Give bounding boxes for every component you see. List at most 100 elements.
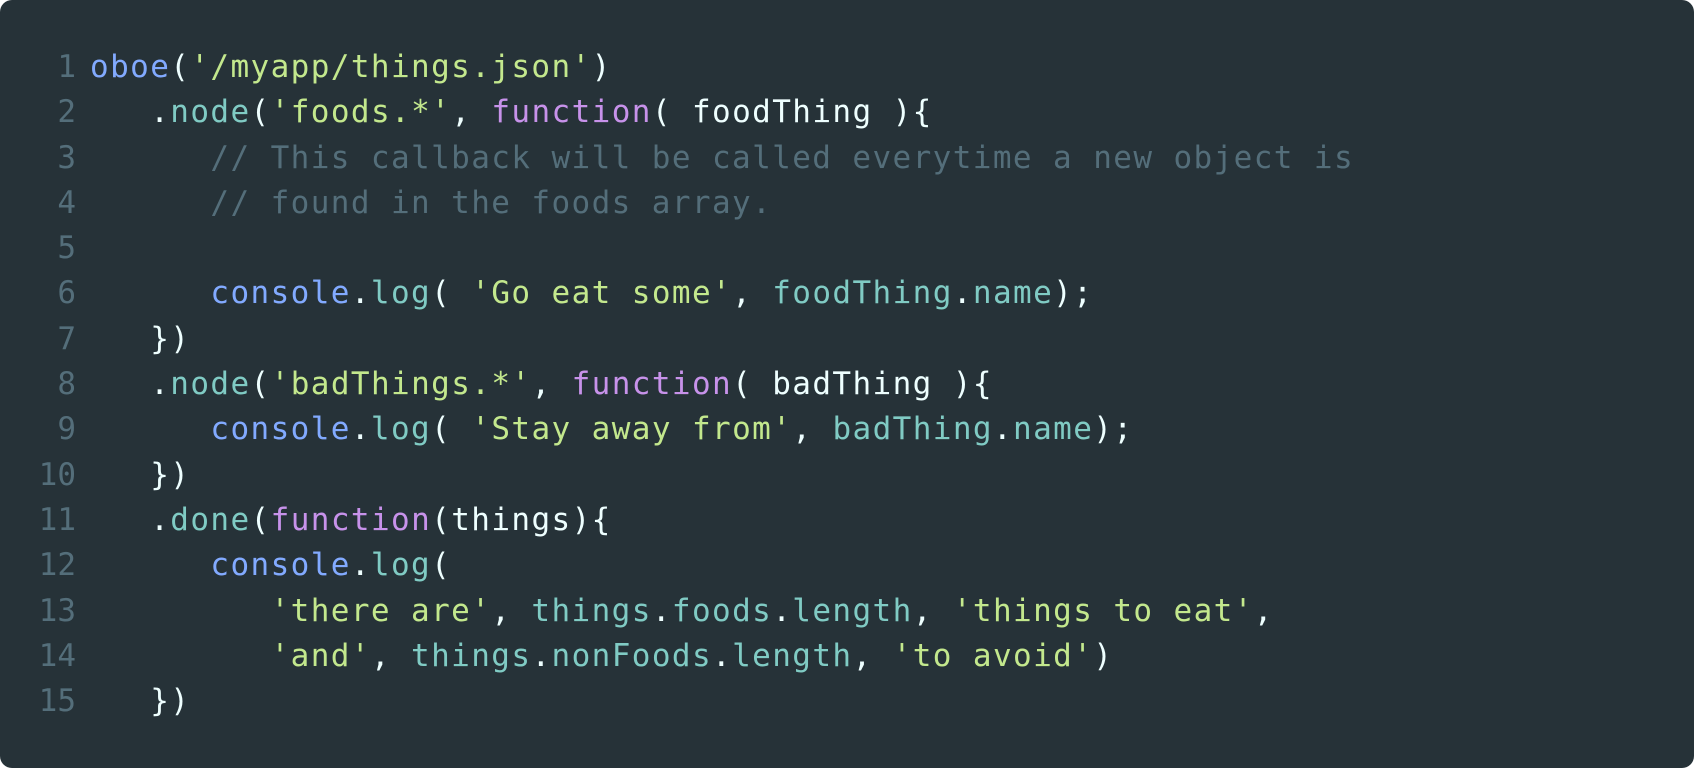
line-number: 14 bbox=[38, 637, 76, 674]
line-number: 15 bbox=[38, 683, 76, 720]
line-content: }) bbox=[76, 453, 190, 498]
code-line: 1 oboe('/myapp/things.json') bbox=[0, 45, 1694, 90]
code-token-str: 'there are' bbox=[270, 592, 492, 629]
code-token-prop: done bbox=[170, 501, 251, 538]
line-content: console.log( 'Stay away from', badThing.… bbox=[76, 407, 1133, 452]
code-token-str: 'things to eat' bbox=[952, 592, 1254, 629]
code-token-plain: ( bbox=[431, 275, 472, 312]
line-number: 2 bbox=[57, 94, 76, 131]
code-token-prop: node bbox=[170, 94, 251, 131]
line-number: 8 bbox=[57, 366, 76, 403]
code-token-plain: }) bbox=[150, 683, 191, 720]
code-token-plain: (things){ bbox=[431, 501, 612, 538]
code-token-prop: foods bbox=[671, 592, 773, 629]
code-token-plain: ) bbox=[1093, 637, 1114, 674]
line-number: 4 bbox=[57, 184, 76, 221]
line-number: 12 bbox=[38, 547, 76, 584]
code-token-plain: ( badThing ){ bbox=[732, 366, 993, 403]
code-line: 3 // This callback will be called everyt… bbox=[0, 136, 1694, 181]
line-content: console.log( bbox=[76, 543, 451, 588]
code-token-plain: . bbox=[952, 275, 973, 312]
line-content: .node('foods.*', function( foodThing ){ bbox=[76, 90, 933, 135]
code-token-com: // This callback will be called everytim… bbox=[210, 139, 1355, 176]
code-token-prop: log bbox=[370, 547, 432, 584]
code-line: 13 'there are', things.foods.length, 'th… bbox=[0, 589, 1694, 634]
code-token-str: 'foods.*' bbox=[270, 94, 452, 131]
code-token-plain: ); bbox=[1093, 411, 1134, 448]
code-token-func: oboe bbox=[90, 49, 171, 85]
code-line: 10 }) bbox=[0, 453, 1694, 498]
code-token-prop: things bbox=[531, 592, 652, 629]
line-content: }) bbox=[76, 679, 190, 724]
code-token-plain: }) bbox=[150, 320, 191, 357]
code-line: 2 .node('foods.*', function( foodThing )… bbox=[0, 90, 1694, 135]
code-token-plain: , bbox=[792, 411, 833, 448]
code-block: 1 oboe('/myapp/things.json') 2 .node('food… bbox=[0, 45, 1694, 724]
line-number: 13 bbox=[38, 592, 76, 629]
code-line: 11 .done(function(things){ bbox=[0, 498, 1694, 543]
line-number: 3 bbox=[57, 139, 76, 176]
code-token-func: console bbox=[210, 411, 351, 448]
code-token-plain: , bbox=[1253, 592, 1274, 629]
code-token-plain: ( bbox=[250, 366, 271, 403]
code-token-prop: node bbox=[170, 366, 251, 403]
code-token-prop: length bbox=[792, 592, 913, 629]
line-content: console.log( 'Go eat some', foodThing.na… bbox=[76, 271, 1093, 316]
code-token-plain: }) bbox=[150, 456, 191, 493]
code-token-prop: nonFoods bbox=[551, 637, 713, 674]
line-number: 10 bbox=[38, 456, 76, 493]
code-token-func: console bbox=[210, 275, 351, 312]
code-line: 5 bbox=[0, 226, 1694, 271]
code-token-plain: . bbox=[350, 275, 371, 312]
code-line: 6 console.log( 'Go eat some', foodThing.… bbox=[0, 271, 1694, 316]
code-token-prop: name bbox=[1013, 411, 1094, 448]
code-token-plain: . bbox=[350, 411, 371, 448]
code-line: 15 }) bbox=[0, 679, 1694, 724]
code-token-str: '/myapp/things.json' bbox=[190, 49, 592, 85]
code-token-com: // found in the foods array. bbox=[210, 184, 773, 221]
line-number: 5 bbox=[57, 230, 76, 267]
code-token-prop: name bbox=[972, 275, 1054, 312]
code-token-plain: . bbox=[531, 637, 552, 674]
code-token-plain: , bbox=[451, 94, 492, 131]
code-token-plain: , bbox=[491, 592, 532, 629]
line-content: .node('badThings.*', function( badThing … bbox=[76, 362, 993, 407]
code-line: 12 console.log( bbox=[0, 543, 1694, 588]
line-number: 6 bbox=[57, 275, 76, 312]
line-content: }) bbox=[76, 317, 190, 362]
code-token-plain: , bbox=[370, 637, 412, 674]
code-token-str: 'Stay away from' bbox=[471, 411, 793, 448]
line-content: 'there are', things.foods.length, 'thing… bbox=[76, 589, 1274, 634]
code-token-plain: ( bbox=[250, 501, 271, 538]
code-token-plain: . bbox=[150, 366, 171, 403]
code-token-plain: ) bbox=[591, 49, 612, 85]
code-token-plain: ( bbox=[250, 94, 271, 131]
code-editor: 1 oboe('/myapp/things.json') 2 .node('food… bbox=[0, 0, 1694, 768]
code-token-plain: . bbox=[992, 411, 1014, 448]
code-token-plain: . bbox=[350, 547, 371, 584]
code-token-plain: ( bbox=[431, 547, 452, 584]
code-token-plain: ( bbox=[431, 411, 472, 448]
code-token-prop: log bbox=[370, 275, 432, 312]
line-number: 11 bbox=[38, 501, 76, 538]
code-line: 8 .node('badThings.*', function( badThin… bbox=[0, 362, 1694, 407]
line-content: oboe('/myapp/things.json') bbox=[76, 45, 612, 90]
code-token-plain: , bbox=[732, 275, 773, 312]
line-number: 9 bbox=[57, 411, 76, 448]
code-line: 7 }) bbox=[0, 317, 1694, 362]
code-token-plain: . bbox=[150, 501, 171, 538]
code-token-plain: , bbox=[531, 366, 572, 403]
code-token-func: console bbox=[210, 547, 351, 584]
line-number: 1 bbox=[57, 49, 76, 85]
code-token-plain: ( foodThing ){ bbox=[651, 94, 933, 131]
